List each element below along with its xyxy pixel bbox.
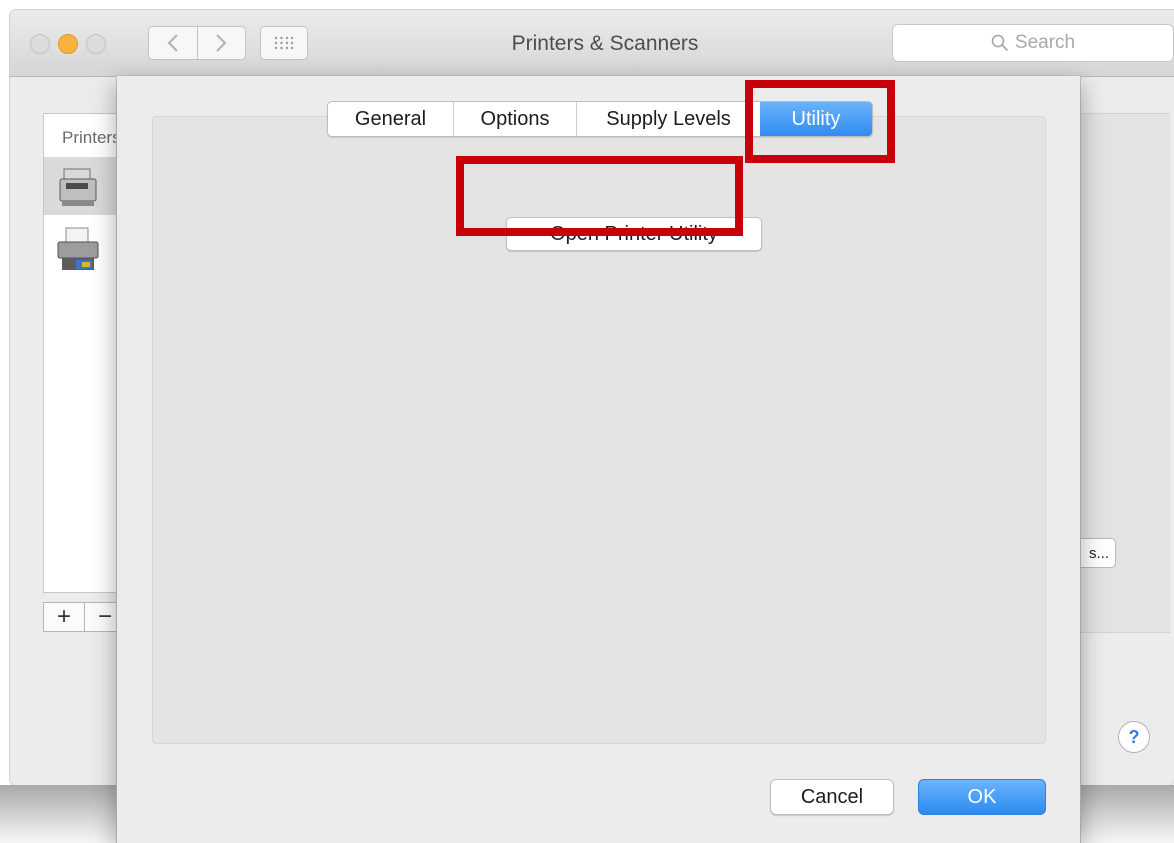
cancel-button[interactable]: Cancel: [770, 779, 894, 815]
back-button[interactable]: [149, 27, 197, 59]
chevron-left-icon: [167, 34, 178, 52]
laser-printer-icon: [59, 168, 97, 206]
show-all-button[interactable]: [260, 26, 308, 60]
tab-options[interactable]: Options: [453, 102, 576, 136]
search-field[interactable]: Search: [892, 24, 1174, 62]
printer-list-header: Printers: [62, 128, 121, 147]
grid-icon: [274, 36, 294, 50]
magnifier-icon: [991, 34, 1008, 52]
ok-button[interactable]: OK: [918, 779, 1046, 815]
close-window-button[interactable]: [30, 34, 50, 54]
search-placeholder: Search: [1014, 32, 1076, 53]
tab-supply-levels[interactable]: Supply Levels: [576, 102, 760, 136]
help-button[interactable]: ?: [1118, 721, 1150, 753]
tab-general[interactable]: General: [328, 102, 453, 136]
utility-tab-highlight: [745, 80, 895, 163]
add-printer-button[interactable]: +: [44, 603, 84, 631]
inkjet-printer-icon[interactable]: [56, 226, 100, 274]
chevron-right-icon: [216, 34, 227, 52]
minimize-window-button[interactable]: [58, 34, 78, 54]
back-forward-group: [148, 26, 246, 60]
forward-button[interactable]: [196, 27, 246, 59]
titlebar: Printers & Scanners Search: [10, 10, 1174, 77]
window-title: Printers & Scanners: [511, 32, 699, 55]
open-utility-highlight: [456, 156, 743, 236]
options-supplies-button[interactable]: s...: [1074, 538, 1116, 568]
zoom-window-button[interactable]: [86, 34, 106, 54]
